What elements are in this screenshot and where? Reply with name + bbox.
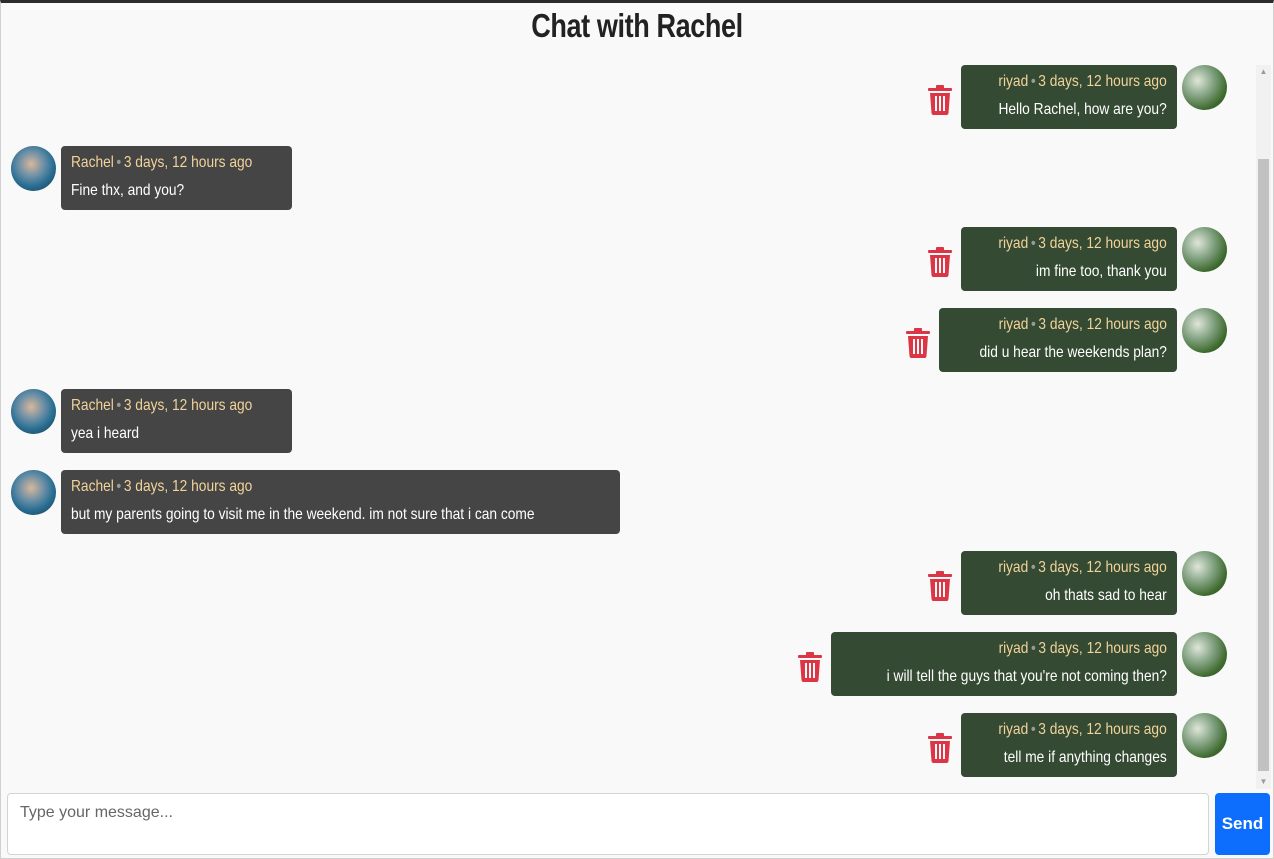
scrollbar[interactable]: ▲ ▼ — [1256, 65, 1271, 789]
message-input[interactable] — [7, 793, 1209, 855]
trash-icon[interactable] — [927, 571, 953, 601]
message-sender: Rachel — [71, 397, 114, 414]
message-meta: riyad • 3 days, 12 hours ago — [998, 73, 1167, 90]
message-bubble: riyad • 3 days, 12 hours ago tell me if an… — [961, 713, 1177, 777]
page-title: Chat with Rachel — [531, 7, 743, 44]
message-time: 3 days, 12 hours ago — [123, 154, 253, 171]
message-bubble: riyad • 3 days, 12 hours ago Hello Rachel,… — [961, 65, 1177, 129]
message-text: did u hear the weekends plan? — [979, 344, 1167, 361]
avatar — [1182, 308, 1227, 353]
message-item: Rachel • 3 days, 12 hours ago yea i heard — [11, 389, 292, 453]
trash-icon[interactable] — [905, 328, 931, 358]
message-item: riyad • 3 days, 12 hours ago im fine too, … — [927, 227, 1227, 291]
message-bubble: Rachel • 3 days, 12 hours ago but my paren… — [61, 470, 620, 534]
message-meta: Rachel • 3 days, 12 hours ago — [71, 154, 253, 171]
message-item: Rachel • 3 days, 12 hours ago but my paren… — [11, 470, 620, 534]
message-time: 3 days, 12 hours ago — [123, 397, 253, 414]
message-item: riyad • 3 days, 12 hours ago Hello Rachel,… — [927, 65, 1227, 129]
message-sender: riyad — [998, 640, 1029, 657]
message-time: 3 days, 12 hours ago — [1038, 316, 1167, 333]
message-sender: riyad — [998, 235, 1029, 252]
message-item: riyad • 3 days, 12 hours ago did u hear th… — [905, 308, 1227, 372]
avatar — [1182, 551, 1227, 596]
message-bubble: riyad • 3 days, 12 hours ago did u hear th… — [939, 308, 1177, 372]
message-text: Fine thx, and you? — [71, 182, 185, 199]
message-bubble: riyad • 3 days, 12 hours ago oh thats sad … — [961, 551, 1177, 615]
message-time: 3 days, 12 hours ago — [1038, 73, 1167, 90]
message-text: tell me if anything changes — [1004, 749, 1167, 766]
scroll-down-icon[interactable]: ▼ — [1256, 775, 1271, 789]
avatar — [11, 389, 56, 434]
avatar — [11, 470, 56, 515]
message-text: Hello Rachel, how are you? — [998, 101, 1167, 118]
message-text: but my parents going to visit me in the … — [71, 506, 535, 523]
message-meta: riyad • 3 days, 12 hours ago — [998, 640, 1167, 657]
avatar — [1182, 65, 1227, 110]
message-list[interactable]: riyad • 3 days, 12 hours ago Hello Rachel,… — [1, 65, 1253, 789]
message-meta: riyad • 3 days, 12 hours ago — [998, 235, 1167, 252]
message-item: Rachel • 3 days, 12 hours ago Fine thx, an… — [11, 146, 292, 210]
message-meta: riyad • 3 days, 12 hours ago — [998, 316, 1167, 333]
message-meta: Rachel • 3 days, 12 hours ago — [71, 478, 253, 495]
scroll-up-icon[interactable]: ▲ — [1256, 65, 1271, 79]
trash-icon[interactable] — [797, 652, 823, 682]
message-time: 3 days, 12 hours ago — [1038, 721, 1167, 738]
trash-icon[interactable] — [927, 247, 953, 277]
message-item: riyad • 3 days, 12 hours ago i will tell t… — [797, 632, 1227, 696]
message-sender: Rachel — [71, 478, 114, 495]
message-time: 3 days, 12 hours ago — [123, 478, 253, 495]
send-button[interactable]: Send — [1215, 793, 1270, 855]
message-time: 3 days, 12 hours ago — [1038, 235, 1167, 252]
message-text: yea i heard — [71, 425, 140, 442]
message-bubble: Rachel • 3 days, 12 hours ago Fine thx, an… — [61, 146, 292, 210]
avatar — [11, 146, 56, 191]
message-bubble: riyad • 3 days, 12 hours ago im fine too, … — [961, 227, 1177, 291]
avatar — [1182, 632, 1227, 677]
message-meta: riyad • 3 days, 12 hours ago — [998, 721, 1167, 738]
message-sender: riyad — [998, 559, 1029, 576]
message-bubble: riyad • 3 days, 12 hours ago i will tell t… — [831, 632, 1177, 696]
trash-icon[interactable] — [927, 85, 953, 115]
message-sender: riyad — [998, 73, 1029, 90]
message-meta: riyad • 3 days, 12 hours ago — [998, 559, 1167, 576]
message-text: oh thats sad to hear — [1045, 587, 1167, 604]
message-item: riyad • 3 days, 12 hours ago oh thats sad … — [927, 551, 1227, 615]
message-sender: Rachel — [71, 154, 114, 171]
avatar — [1182, 227, 1227, 272]
message-text: i will tell the guys that you're not com… — [886, 668, 1167, 685]
message-time: 3 days, 12 hours ago — [1038, 640, 1167, 657]
chat-window: Chat with Rachel riyad • 3 days, 12 hours … — [0, 0, 1274, 859]
trash-icon[interactable] — [927, 733, 953, 763]
message-bubble: Rachel • 3 days, 12 hours ago yea i heard — [61, 389, 292, 453]
avatar — [1182, 713, 1227, 758]
scroll-thumb[interactable] — [1258, 159, 1269, 771]
message-meta: Rachel • 3 days, 12 hours ago — [71, 397, 253, 414]
message-item: riyad • 3 days, 12 hours ago tell me if an… — [927, 713, 1227, 777]
message-sender: riyad — [998, 316, 1029, 333]
message-text: im fine too, thank you — [1036, 263, 1167, 280]
message-sender: riyad — [998, 721, 1029, 738]
message-time: 3 days, 12 hours ago — [1038, 559, 1167, 576]
